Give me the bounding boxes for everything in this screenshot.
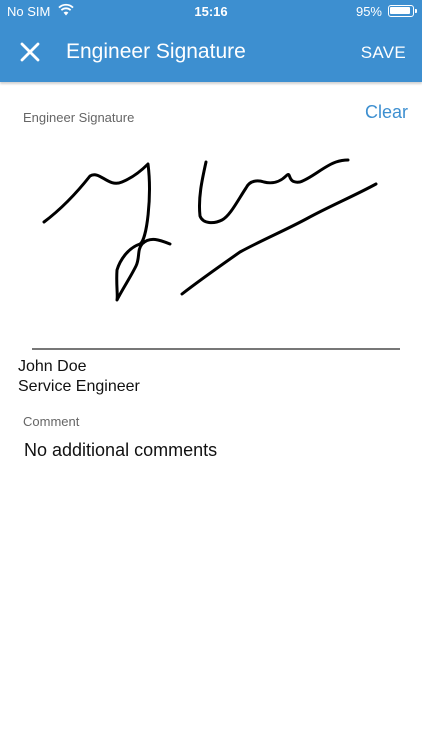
signature-line — [32, 348, 400, 350]
battery-icon — [388, 5, 417, 17]
signature-label: Engineer Signature — [23, 110, 135, 125]
signature-pad[interactable] — [0, 140, 422, 340]
close-icon[interactable] — [14, 36, 46, 68]
signer-role: Service Engineer — [18, 378, 140, 395]
signature-stroke — [198, 158, 350, 225]
signature-stroke — [42, 162, 172, 302]
navigation-bar: Engineer Signature SAVE — [0, 22, 422, 82]
signature-stroke — [180, 182, 378, 296]
status-bar: No SIM 15:16 95% — [0, 0, 422, 22]
battery-nub — [415, 9, 417, 13]
battery-percentage: 95% — [355, 4, 382, 19]
battery-fill — [390, 7, 410, 14]
page-title: Engineer Signature — [66, 40, 246, 63]
save-button[interactable]: SAVE — [361, 43, 406, 63]
clear-button[interactable]: Clear — [365, 102, 408, 123]
signer-name: John Doe — [18, 358, 87, 375]
comment-field[interactable]: No additional comments — [24, 440, 217, 461]
comment-label: Comment — [23, 414, 80, 429]
